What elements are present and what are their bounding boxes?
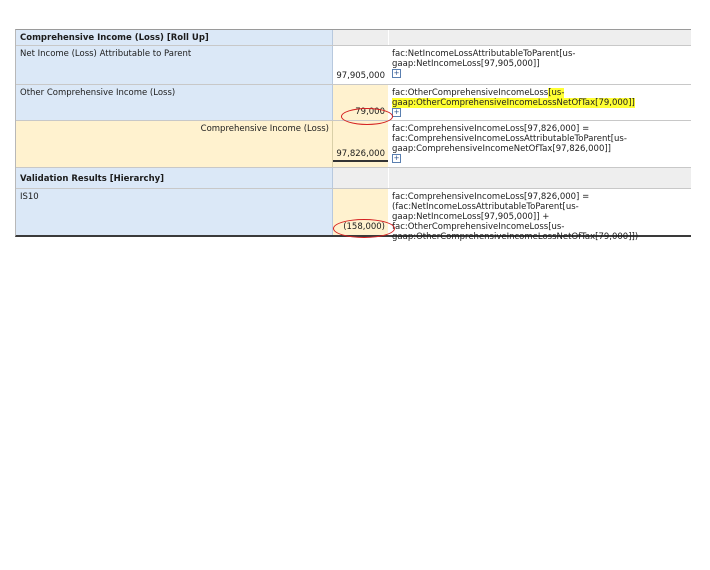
formula-text: fac:OtherComprehensiveIncomeLoss[us-gaap… <box>392 88 635 117</box>
expand-icon[interactable]: + <box>392 154 401 163</box>
formula-text: fac:ComprehensiveIncomeLoss[97,826,000] … <box>392 124 627 163</box>
annotation-circle <box>333 219 395 238</box>
expand-icon[interactable]: + <box>392 69 401 78</box>
annotation-circle <box>341 108 393 125</box>
table-row: Net Income (Loss) Attributable to Parent… <box>16 46 691 85</box>
formula-text: fac:NetIncomeLossAttributableToParent[us… <box>392 49 576 78</box>
section-header-rollup: Comprehensive Income (Loss) [Roll Up] <box>16 30 691 46</box>
total-underline <box>333 160 388 162</box>
section-header-validation: Validation Results [Hierarchy] <box>16 168 691 189</box>
table-row-total: Comprehensive Income (Loss) 97,826,000 f… <box>16 121 691 168</box>
row-label: Comprehensive Income (Loss) <box>200 124 329 134</box>
row-label: IS10 <box>20 192 39 202</box>
expand-icon[interactable]: + <box>392 108 401 117</box>
section-title: Comprehensive Income (Loss) [Roll Up] <box>20 33 209 43</box>
xbrl-rendering-table: Comprehensive Income (Loss) [Roll Up] Ne… <box>15 29 691 242</box>
formula-text: fac:ComprehensiveIncomeLoss[97,826,000] … <box>392 192 639 242</box>
row-value: 97,826,000 <box>336 149 385 159</box>
row-label: Other Comprehensive Income (Loss) <box>20 88 176 98</box>
section-title: Validation Results [Hierarchy] <box>20 174 165 184</box>
row-label: Net Income (Loss) Attributable to Parent <box>20 49 192 59</box>
row-value: 97,905,000 <box>336 71 385 81</box>
